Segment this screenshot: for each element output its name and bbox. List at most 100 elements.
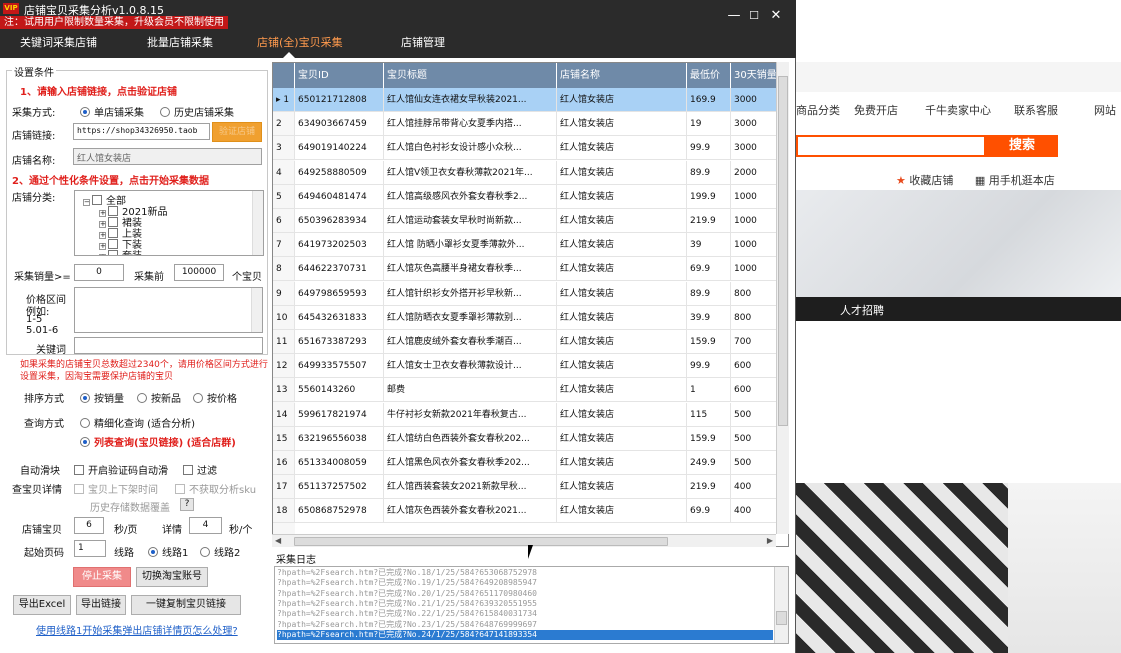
recruit-link[interactable]: 人才招聘 [840,302,884,318]
results-grid[interactable]: 宝贝ID 宝贝标题 店铺名称 最低价 30天销量 ▸ 1 650121712808… [272,62,789,547]
query-fine-radio[interactable]: 精细化查询 (适合分析) [80,415,195,430]
category-tree[interactable]: −全部 +2021新品 +裙装 +上装 +下装 +套装 [74,190,264,256]
tree-node[interactable]: + 套装 [99,247,142,255]
scroll-left-icon[interactable]: ◀ [275,536,281,545]
first-n-input[interactable]: 100000 [174,264,224,281]
row-number: 17 [273,475,295,500]
sort-sales-radio[interactable]: 按销量 [80,390,124,405]
grid-hscroll-thumb[interactable] [294,537,668,546]
table-row[interactable]: 14 599617821974 牛仔衬衫女新款2021年春秋复古... 红人馆女装店 1… [273,402,788,427]
nav-open-shop[interactable]: 免费开店 [854,102,898,118]
table-row[interactable]: 12 649933575507 红人馆女士卫衣女春秋薄款设计... 红人馆女装店 99.… [273,354,788,379]
col-header-shop[interactable]: 店铺名称 [557,63,687,88]
sort-price-radio[interactable]: 按价格 [193,390,237,405]
table-row[interactable]: 18 650868752978 红人馆灰色西装外套女春秋2021... 红人馆女装店 6… [273,499,788,524]
row-number: 8 [273,257,295,282]
mobile-link[interactable]: 用手机逛本店 [989,174,1055,187]
tab-shop-manage[interactable]: 店铺管理 [401,34,445,50]
fav-shop-link[interactable]: 收藏店铺 [909,174,953,187]
help-icon[interactable]: ? [180,498,194,511]
log-line[interactable]: ?hpath=%2Fsearch.htm?已完成?No.22/1/25/584?… [277,609,537,619]
sales-input[interactable]: 0 [74,264,124,281]
background-web-page: 商品分类 免费开店 千牛卖家中心 联系客服 网站 搜索 ★ 收藏店铺 ▦ 用手机… [796,0,1121,653]
col-header-price[interactable]: 最低价 [687,63,731,88]
shop-link-input[interactable]: https://shop34326950.taob [73,123,210,140]
help-link[interactable]: 使用线路1开始采集弹出店铺详情页怎么处理? [36,622,238,637]
table-row[interactable]: 17 651137257502 红人馆西装套装女2021新款早秋... 红人馆女装店 2… [273,475,788,500]
grid-vscroll-thumb[interactable] [778,76,788,426]
table-row[interactable]: 3 649019140224 红人馆白色衬衫女设计感小众秋... 红人馆女装店 99.9… [273,136,788,161]
table-row[interactable]: 7 641973202503 红人馆 防晒小罩衫女夏季薄款外... 红人馆女装店 39 1… [273,233,788,258]
cell-title: 红人馆灰色西装外套女春秋2021... [384,499,557,524]
log-line[interactable]: ?hpath=%2Fsearch.htm?已完成?No.21/1/25/584?… [277,599,537,609]
nav-site[interactable]: 网站 [1094,102,1116,118]
background-search-input[interactable] [796,135,986,157]
log-line[interactable]: ?hpath=%2Fsearch.htm?已完成?No.20/1/25/584?… [277,589,537,599]
detail-shelf-checkbox[interactable]: 宝贝上下架时间 [74,481,158,496]
cell-title: 红人馆白色衬衫女设计感小众秋... [384,136,557,161]
maximize-button[interactable]: ☐ [744,6,764,26]
log-scrollbar[interactable] [774,567,788,643]
copy-links-button[interactable]: 一键复制宝贝链接 [131,595,241,615]
row-number: 11 [273,330,295,354]
link-label: 店铺链接: [12,131,56,142]
export-link-button[interactable]: 导出链接 [76,595,126,615]
nav-service[interactable]: 联系客服 [1014,102,1058,118]
nav-category[interactable]: 商品分类 [796,102,840,118]
shop-interval-input[interactable]: 6 [74,517,104,534]
verify-shop-button[interactable]: 验证店铺 [212,122,262,142]
log-line[interactable]: ?hpath=%2Fsearch.htm?已完成?No.24/1/25/584?… [277,629,773,640]
grid-horizontal-scrollbar[interactable]: ◀ ▶ [272,534,776,547]
detail-sku-checkbox[interactable]: 不获取分析sku [175,481,256,496]
price-scrollbar[interactable] [251,288,262,332]
table-row[interactable]: ▸ 1 650121712808 红人馆仙女连衣裙女早秋装2021... 红人馆女装店… [273,88,788,112]
export-excel-button[interactable]: 导出Excel [13,595,71,615]
log-scroll-thumb[interactable] [776,611,787,625]
start-page-input[interactable]: 1 [74,540,106,557]
table-row[interactable]: 10 645432631833 红人馆防晒衣女夏季罩衫薄款别... 红人馆女装店 39.… [273,305,788,330]
price-range-input[interactable] [74,287,263,333]
tab-shop-items[interactable]: 店铺(全)宝贝采集 [257,34,343,50]
table-row[interactable]: 2 634903667459 红人馆挂脖吊带背心女夏季内搭... 红人馆女装店 19 30… [273,112,788,137]
slide-auto-checkbox[interactable]: 开启验证码自动滑 [74,462,168,477]
table-row[interactable]: 16 651334008059 红人馆黑色风衣外套女春秋季202... 红人馆女装店 2… [273,451,788,475]
table-row[interactable]: 15 632196556038 红人馆纺白色西装外套女春秋202... 红人馆女装店 1… [273,426,788,451]
mode-single-radio[interactable]: 单店铺采集 [80,104,144,119]
table-row[interactable]: 13 5560143260 邮费 红人馆女装店 1 600 [273,378,788,403]
table-row[interactable]: 4 649258880509 红人馆V领卫衣女春秋薄款2021年... 红人馆女装店 8… [273,160,788,185]
table-row[interactable]: 5 649460481474 红人馆高级感风衣外套女春秋季2... 红人馆女装店 199… [273,184,788,209]
row-number: 9 [273,281,295,306]
scroll-right-icon[interactable]: ▶ [767,536,773,545]
query-list-radio[interactable]: 列表查询(宝贝链接) (适合店群) [80,434,236,449]
table-row[interactable]: 9 649798659593 红人馆针织衫女外搭开衫早秋新... 红人馆女装店 89.9… [273,281,788,306]
sort-new-radio[interactable]: 按新品 [137,390,181,405]
table-row[interactable]: 6 650396283934 红人馆运动套装女早秋时尚新款... 红人馆女装店 219.… [273,209,788,233]
line2-radio[interactable]: 线路2 [200,544,240,559]
log-list[interactable]: ?hpath=%2Fsearch.htm?已完成?No.18/1/25/584?… [274,566,789,644]
detail-interval-input[interactable]: 4 [189,517,222,534]
col-header-title[interactable]: 宝贝标题 [384,63,557,88]
table-row[interactable]: 8 644622370731 红人馆灰色高腰半身裙女春秋季... 红人馆女装店 69.9… [273,257,788,282]
close-button[interactable]: ✕ [766,6,786,26]
grid-vertical-scrollbar[interactable] [776,62,789,534]
nav-seller-center[interactable]: 千牛卖家中心 [925,102,991,118]
background-search-button[interactable]: 搜索 [986,135,1058,157]
tree-scrollbar[interactable] [252,191,263,255]
log-line[interactable]: ?hpath=%2Fsearch.htm?已完成?No.18/1/25/584?… [277,568,537,578]
tab-keyword-shop[interactable]: 关键词采集店铺 [20,34,97,50]
log-line[interactable]: ?hpath=%2Fsearch.htm?已完成?No.23/1/25/584?… [277,620,537,630]
log-line[interactable]: ?hpath=%2Fsearch.htm?已完成?No.19/1/25/584?… [277,578,537,588]
stop-collect-button[interactable]: 停止采集 [73,567,131,587]
mode-history-radio[interactable]: 历史店铺采集 [160,104,234,119]
col-header-id[interactable]: 宝贝ID [295,63,384,88]
minimize-button[interactable]: — [724,6,744,26]
keyword-input[interactable] [74,337,263,354]
history-cover-link[interactable]: 历史存储数据覆盖 [90,499,170,514]
table-row[interactable]: 11 651673387293 红人馆鹿皮绒外套女春秋季潮百... 红人馆女装店 159… [273,330,788,354]
checkbox-icon [175,484,185,494]
background-footer-bar: 人才招聘 [796,297,1121,321]
switch-account-button[interactable]: 切换淘宝账号 [136,567,208,587]
line1-radio[interactable]: 线路1 [148,544,188,559]
slide-filter-checkbox[interactable]: 过滤 [183,462,217,477]
tab-batch-shop[interactable]: 批量店铺采集 [147,34,213,50]
